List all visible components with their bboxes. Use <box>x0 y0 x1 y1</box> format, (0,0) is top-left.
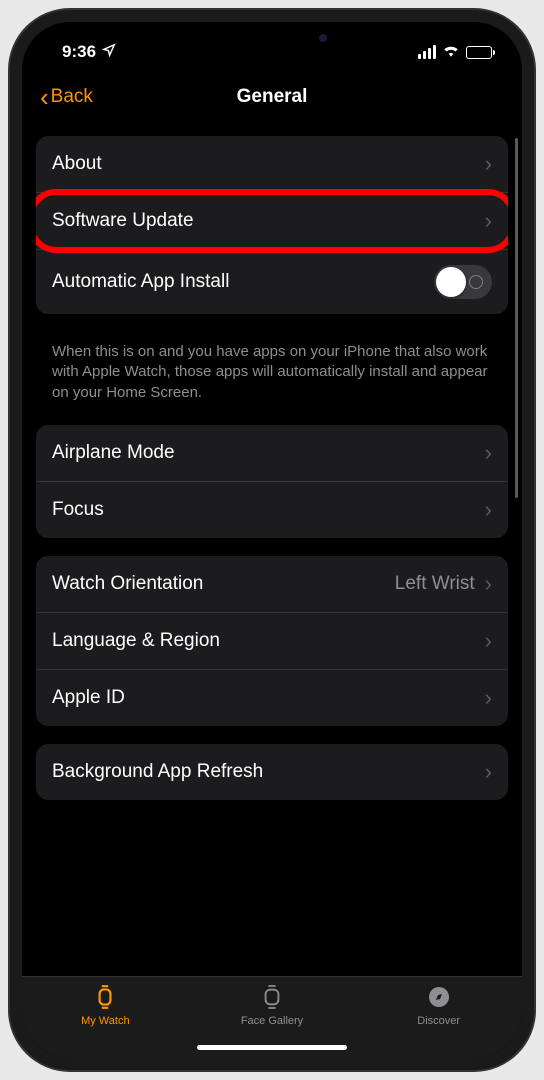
automatic-app-install-cell: Automatic App Install <box>36 250 508 314</box>
scroll-indicator[interactable] <box>515 138 518 498</box>
cell-label: Automatic App Install <box>52 271 229 293</box>
cell-label: Software Update <box>52 210 194 232</box>
tab-label: My Watch <box>81 1015 130 1027</box>
cell-label: Background App Refresh <box>52 761 263 783</box>
notch <box>172 22 372 52</box>
chevron-right-icon: › <box>485 440 492 466</box>
phone-frame: 9:36 ‹ Back General <box>10 10 534 1070</box>
cell-label: Focus <box>52 499 104 521</box>
chevron-right-icon: › <box>485 759 492 785</box>
chevron-right-icon: › <box>485 208 492 234</box>
cell-value: Left Wrist <box>395 573 475 595</box>
settings-group-4: Background App Refresh › <box>36 744 508 800</box>
face-gallery-icon <box>258 983 286 1011</box>
cell-label: Airplane Mode <box>52 442 175 464</box>
chevron-right-icon: › <box>485 151 492 177</box>
content-area[interactable]: About › Software Update › Automatic App … <box>22 128 522 976</box>
software-update-cell[interactable]: Software Update › <box>36 193 508 250</box>
chevron-right-icon: › <box>485 497 492 523</box>
tab-my-watch[interactable]: My Watch <box>22 983 189 1054</box>
chevron-right-icon: › <box>485 685 492 711</box>
tab-label: Face Gallery <box>241 1015 303 1027</box>
automatic-app-install-toggle[interactable] <box>434 265 492 299</box>
cell-label: Language & Region <box>52 630 220 652</box>
status-time: 9:36 <box>62 42 96 62</box>
group-footer-text: When this is on and you have apps on you… <box>36 332 508 425</box>
apple-id-cell[interactable]: Apple ID › <box>36 670 508 726</box>
compass-icon <box>425 983 453 1011</box>
language-region-cell[interactable]: Language & Region › <box>36 613 508 670</box>
focus-cell[interactable]: Focus › <box>36 482 508 538</box>
back-label: Back <box>51 86 93 108</box>
chevron-right-icon: › <box>485 571 492 597</box>
screen: 9:36 ‹ Back General <box>22 22 522 1058</box>
page-title: General <box>237 86 308 108</box>
tab-discover[interactable]: Discover <box>355 983 522 1054</box>
watch-icon <box>91 983 119 1011</box>
chevron-left-icon: ‹ <box>40 84 49 110</box>
about-cell[interactable]: About › <box>36 136 508 193</box>
cell-label: Watch Orientation <box>52 573 203 595</box>
settings-group-1: About › Software Update › Automatic App … <box>36 136 508 314</box>
watch-orientation-cell[interactable]: Watch Orientation Left Wrist › <box>36 556 508 613</box>
back-button[interactable]: ‹ Back <box>40 84 93 110</box>
wifi-icon <box>442 42 460 62</box>
tab-face-gallery[interactable]: Face Gallery <box>189 983 356 1054</box>
settings-group-3: Watch Orientation Left Wrist › Language … <box>36 556 508 726</box>
navigation-bar: ‹ Back General <box>22 72 522 128</box>
chevron-right-icon: › <box>485 628 492 654</box>
cellular-signal-icon <box>418 45 436 59</box>
cell-label: Apple ID <box>52 687 125 709</box>
cell-label: About <box>52 153 102 175</box>
toggle-knob <box>436 267 466 297</box>
settings-group-2: Airplane Mode › Focus › <box>36 425 508 538</box>
tab-label: Discover <box>417 1015 460 1027</box>
location-icon <box>102 42 116 62</box>
airplane-mode-cell[interactable]: Airplane Mode › <box>36 425 508 482</box>
home-indicator[interactable] <box>197 1045 347 1050</box>
battery-icon <box>466 46 492 59</box>
background-app-refresh-cell[interactable]: Background App Refresh › <box>36 744 508 800</box>
toggle-off-indicator <box>469 275 483 289</box>
